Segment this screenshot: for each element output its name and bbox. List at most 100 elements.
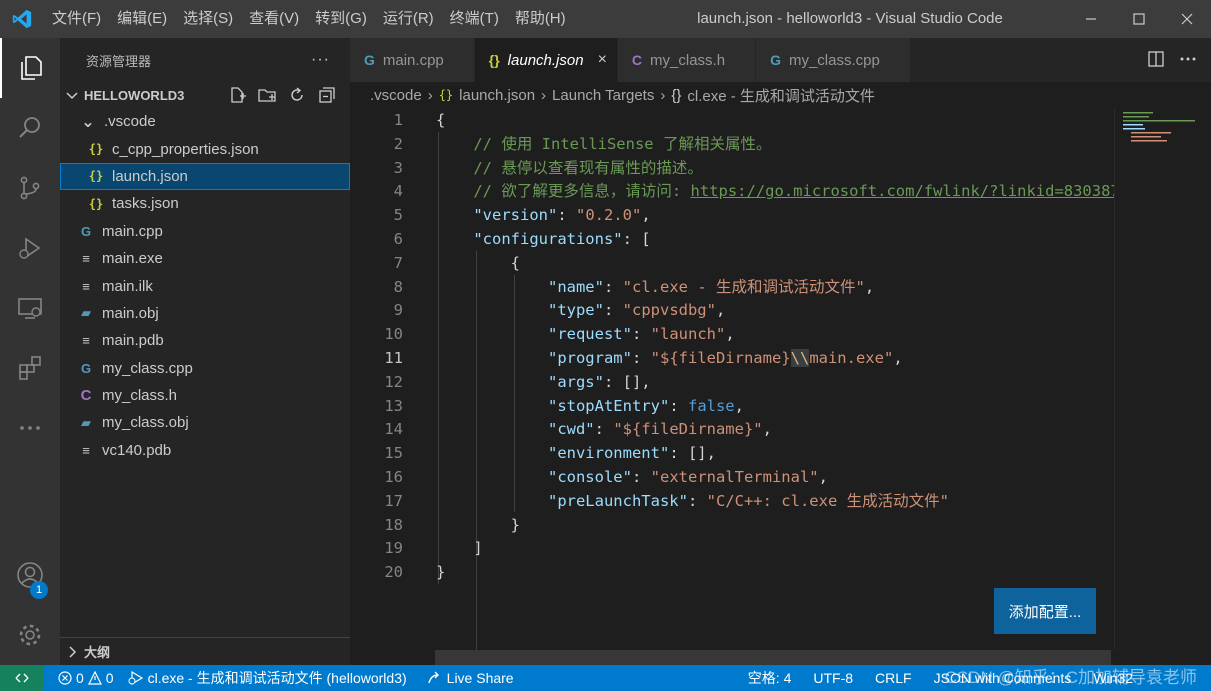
minimap[interactable] <box>1114 108 1211 650</box>
tree-item-label: main.pdb <box>102 332 164 350</box>
tree-file[interactable]: {} c_cpp_properties.json <box>60 135 350 162</box>
breadcrumb-item[interactable]: launch.json <box>459 87 535 104</box>
split-editor-icon[interactable] <box>1147 50 1165 71</box>
tree-item-label: tasks.json <box>112 195 179 213</box>
code-line: 1{ <box>350 109 1114 133</box>
tree-file[interactable]: {} launch.json <box>60 162 350 191</box>
search-icon[interactable] <box>0 98 60 158</box>
menu-item[interactable]: 查看(V) <box>241 0 307 38</box>
encoding-status[interactable]: UTF-8 <box>813 670 853 686</box>
editor-tab[interactable]: {} launch.json × <box>474 38 618 82</box>
menu-item[interactable]: 编辑(E) <box>109 0 175 38</box>
folder-name: HELLOWORLD3 <box>84 87 185 103</box>
menu-item[interactable]: 转到(G) <box>307 0 375 38</box>
explorer-icon[interactable] <box>0 38 60 98</box>
collapse-all-icon[interactable] <box>312 86 342 104</box>
tree-file[interactable]: ≡ main.ilk <box>60 272 350 299</box>
code-line: 19 ] <box>350 537 1114 561</box>
code-editor[interactable]: 1{2 // 使用 IntelliSense 了解相关属性。 3 // 悬停以查看… <box>350 108 1114 650</box>
minimize-icon[interactable] <box>1067 0 1115 38</box>
line-number: 4 <box>393 182 403 201</box>
code-line: 16 "console": "externalTerminal", <box>350 466 1114 490</box>
new-folder-icon[interactable] <box>252 86 282 104</box>
eol-status[interactable]: CRLF <box>875 670 912 686</box>
line-number: 17 <box>384 491 403 510</box>
chevron-right-icon: › <box>660 86 666 104</box>
tab-label: my_class.cpp <box>788 51 880 69</box>
code-line: 20} <box>350 561 1114 585</box>
debug-target[interactable]: cl.exe - 生成和调试活动文件 (helloworld3) <box>128 668 407 688</box>
new-file-icon[interactable] <box>222 86 252 104</box>
tree-file[interactable]: ≡ main.pdb <box>60 327 350 354</box>
menu-item[interactable]: 选择(S) <box>175 0 241 38</box>
menu-item[interactable]: 帮助(H) <box>507 0 574 38</box>
line-number: 12 <box>384 372 403 391</box>
tree-file[interactable]: Gmain.cpp <box>60 218 350 245</box>
binary-file-icon: ▰ <box>81 414 91 430</box>
tree-file[interactable]: ≡ main.exe <box>60 245 350 272</box>
breadcrumb-item[interactable]: .vscode <box>370 87 422 104</box>
tree-file[interactable]: Cmy_class.h <box>60 382 350 409</box>
chevron-right-icon: › <box>427 86 433 104</box>
json-file-icon: {} <box>88 142 104 157</box>
remote-explorer-icon[interactable] <box>0 278 60 338</box>
code-token: : <box>631 349 651 367</box>
breadcrumb-item[interactable]: Launch Targets <box>552 87 654 104</box>
editor-more-icon[interactable] <box>1179 50 1197 71</box>
horizontal-scrollbar[interactable] <box>435 650 1111 665</box>
live-share-icon <box>427 671 439 684</box>
code-token: : <box>603 301 623 320</box>
problems-indicator[interactable]: 0 0 <box>58 670 114 686</box>
tree-item-label: my_class.cpp <box>102 359 193 377</box>
tree-file[interactable]: Gmy_class.cpp <box>60 355 350 382</box>
close-icon[interactable] <box>1163 0 1211 38</box>
tree-item-label: launch.json <box>112 167 188 185</box>
remote-indicator-icon[interactable] <box>0 665 44 691</box>
editor-tab[interactable]: Gmy_class.cpp <box>756 38 911 82</box>
indentation-status[interactable]: 空格: 4 <box>748 668 792 688</box>
add-configuration-button[interactable]: 添加配置... <box>994 588 1096 634</box>
manage-gear-icon[interactable] <box>0 605 60 665</box>
line-number: 20 <box>384 563 403 582</box>
tab-close-icon[interactable]: × <box>598 51 607 69</box>
account-icon[interactable]: 1 <box>0 545 60 605</box>
live-share-button[interactable]: Live Share <box>427 670 514 686</box>
folder-section-header[interactable]: HELLOWORLD3 <box>60 82 350 108</box>
code-token: "${fileDirname}" <box>613 420 763 439</box>
run-debug-icon[interactable] <box>0 218 60 278</box>
menu-item[interactable]: 终端(T) <box>442 0 507 38</box>
code-token: main.exe" <box>809 349 894 367</box>
account-badge: 1 <box>30 581 48 599</box>
breadcrumb-item[interactable]: cl.exe - 生成和调试活动文件 <box>687 85 875 106</box>
extensions-icon[interactable] <box>0 338 60 398</box>
more-actions-icon[interactable]: ··· <box>311 51 330 69</box>
menu-item[interactable]: 文件(F) <box>44 0 109 38</box>
breadcrumb: .vscode › {} launch.json › Launch Target… <box>350 82 1211 108</box>
editor-tab[interactable]: Cmy_class.h <box>617 38 757 82</box>
vscode-logo-icon <box>0 0 44 38</box>
tree-item-label: main.ilk <box>102 277 153 295</box>
code-token: : [ <box>622 230 651 248</box>
tree-file[interactable]: ▰ my_class.obj <box>60 409 350 436</box>
refresh-icon[interactable] <box>282 86 312 104</box>
tree-folder[interactable]: ⌄ .vscode <box>60 108 350 135</box>
more-icon[interactable] <box>0 398 60 458</box>
outline-section-header[interactable]: 大纲 <box>60 637 350 665</box>
tree-item-label: main.exe <box>102 250 163 268</box>
editor-tabs: Gmain.cpp{} launch.json × Cmy_class.h Gmy_cl… <box>350 38 1211 82</box>
source-control-icon[interactable] <box>0 158 60 218</box>
maximize-icon[interactable] <box>1115 0 1163 38</box>
tree-file[interactable]: ≡ vc140.pdb <box>60 437 350 464</box>
editor-tab[interactable]: Gmain.cpp <box>350 38 475 82</box>
tree-item-label: main.cpp <box>102 222 163 240</box>
menu-item[interactable]: 运行(R) <box>375 0 442 38</box>
tree-item-label: my_class.h <box>102 387 178 405</box>
code-token: "C/C++: cl.exe 生成活动文件" <box>706 491 949 510</box>
tree-file[interactable]: ▰ main.obj <box>60 300 350 327</box>
status-bar: 0 0 cl.exe - 生成和调试活动文件 (helloworld3) Liv… <box>0 665 1211 691</box>
tree-file[interactable]: {} tasks.json <box>60 190 350 217</box>
tree-item-label: my_class.obj <box>102 414 189 432</box>
code-line: 5 "version": "0.2.0", <box>350 204 1114 228</box>
